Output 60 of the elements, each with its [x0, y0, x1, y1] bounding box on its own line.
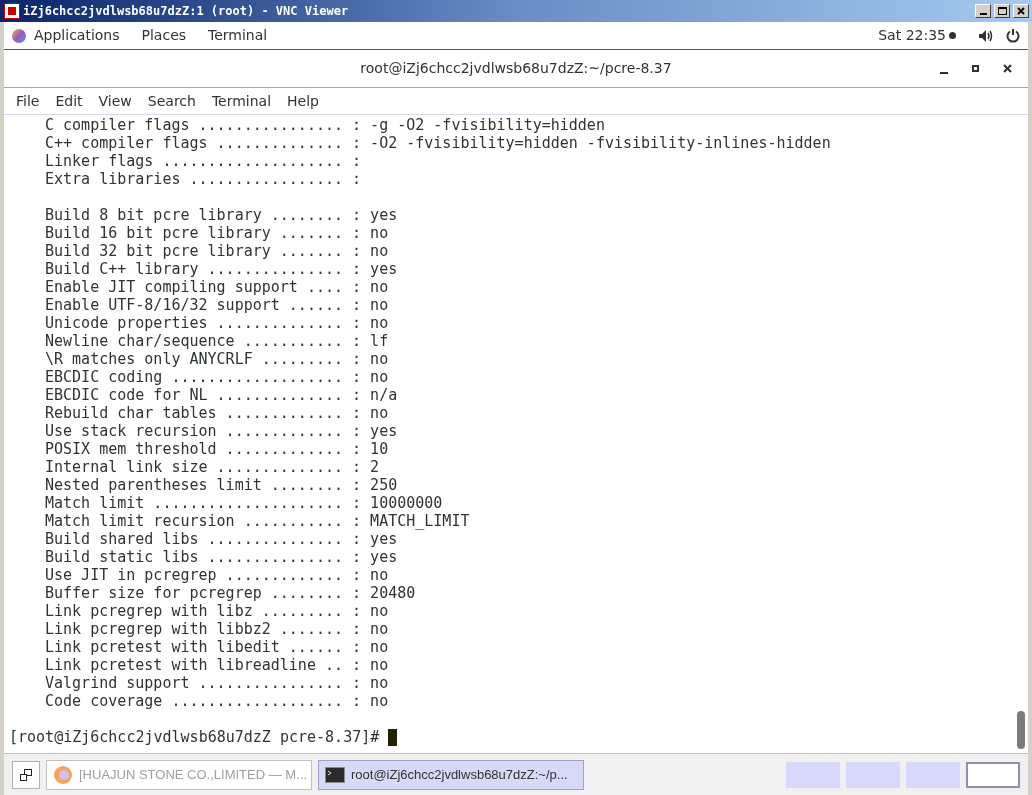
terminal-line: Extra libraries ................. : [45, 170, 362, 188]
top-bar-menu[interactable]: Applications [34, 25, 120, 46]
text-cursor [388, 728, 398, 746]
terminal-line: Link pcregrep with libbz2 ....... : no [45, 620, 389, 638]
terminal-line: Link pcretest with libreadline .. : no [45, 656, 389, 674]
terminal-line: Linker flags .................... : [45, 152, 362, 170]
terminal-line: Nested parentheses limit ........ : 250 [45, 476, 398, 494]
terminal-line: Link pcregrep with libz ......... : no [45, 602, 389, 620]
terminal-line: Match limit recursion ........... : MATCH_LIMIT [45, 512, 470, 530]
terminal-icon [325, 766, 345, 783]
browser-icon [53, 764, 73, 785]
terminal-line: EBCDIC code for NL .............. : n/a [45, 386, 398, 404]
terminal-line: C compiler flags ................ : -g -O2 -fvisibility=hidden [45, 116, 605, 134]
terminal-line: Build C++ library ............... : yes [45, 260, 398, 278]
applications-icon [12, 28, 26, 43]
terminal-line: POSIX mem threshold ............. : 10 [45, 440, 389, 458]
terminal-line: Internal link size .............. : 2 [45, 458, 380, 476]
window-title: iZj6chcc2jvdlwsb68u7dzZ:1 (root) - VNC Viewer [23, 3, 350, 20]
terminal-line: C++ compiler flags .............. : -O2 -fvisibility=hidden -fvisibility-inlines-hidden [45, 134, 831, 152]
menu-item[interactable]: View [98, 90, 132, 112]
terminal-line: EBCDIC coding ................... : no [45, 368, 389, 386]
terminal-line: Build static libs ............... : yes [45, 548, 398, 566]
windows-icon [20, 768, 32, 781]
terminal-line: Buffer size for pcregrep ........ : 20480 [45, 584, 416, 602]
app-logo-icon [4, 3, 20, 19]
minimize-icon[interactable] [940, 71, 948, 74]
terminal-line: Build shared libs ............... : yes [45, 530, 398, 548]
terminal-line: Build 32 bit pcre library ....... : no [45, 242, 389, 260]
top-bar-menu[interactable]: Places [141, 25, 187, 46]
show-desktop-button[interactable] [12, 760, 40, 789]
terminal-line: Match limit ..................... : 10000000 [45, 494, 443, 512]
volume-icon[interactable] [978, 28, 994, 43]
terminal-line: Rebuild char tables ............. : no [45, 404, 389, 422]
terminal-title: root@iZj6chcc2jvdlwsb68u7dzZ:~/pcre-8.37 [359, 59, 673, 78]
terminal-line: Enable UTF-8/16/32 support ...... : no [45, 296, 389, 314]
terminal-line: \R matches only ANYCRLF ......... : no [45, 350, 389, 368]
menu-item[interactable]: Help [287, 90, 319, 112]
menu-item[interactable]: Edit [55, 90, 83, 112]
terminal-line: Build 8 bit pcre library ........ : yes [45, 206, 398, 224]
terminal-line: Link pcretest with libedit ...... : no [45, 638, 389, 656]
power-icon[interactable] [1006, 28, 1020, 43]
minimize-icon[interactable] [975, 4, 991, 18]
terminal-line: Code coverage ................... : no [45, 692, 389, 710]
clock[interactable]: Sat 22:35 [878, 25, 946, 46]
menu-item[interactable]: Search [147, 90, 196, 112]
maximize-icon[interactable] [972, 65, 979, 72]
workspace-button[interactable] [966, 761, 1020, 788]
terminal-line: Enable JIT compiling support .... : no [45, 278, 389, 296]
menu-item[interactable]: File [16, 90, 40, 112]
terminal-line: Use JIT in pcregrep ............. : no [45, 566, 389, 584]
terminal-line: Build 16 bit pcre library ....... : no [45, 224, 389, 242]
terminal-line: Valgrind support ................ : no [45, 674, 389, 692]
close-icon[interactable] [1003, 64, 1012, 73]
shell-prompt: [root@iZj6chcc2jvdlwsb68u7dzZ pcre-8.37]# [9, 728, 380, 746]
top-bar-menu[interactable]: Terminal [208, 25, 268, 46]
terminal-line: Newline char/sequence ........... : lf [45, 332, 389, 350]
terminal-line: Use stack recursion ............. : yes [45, 422, 398, 440]
terminal-line: Unicode properties .............. : no [45, 314, 389, 332]
menu-item[interactable]: Terminal [211, 90, 272, 112]
taskbar-item[interactable]: root@iZj6chcc2jvdlwsb68u7dzZ:~/p... [318, 759, 584, 790]
